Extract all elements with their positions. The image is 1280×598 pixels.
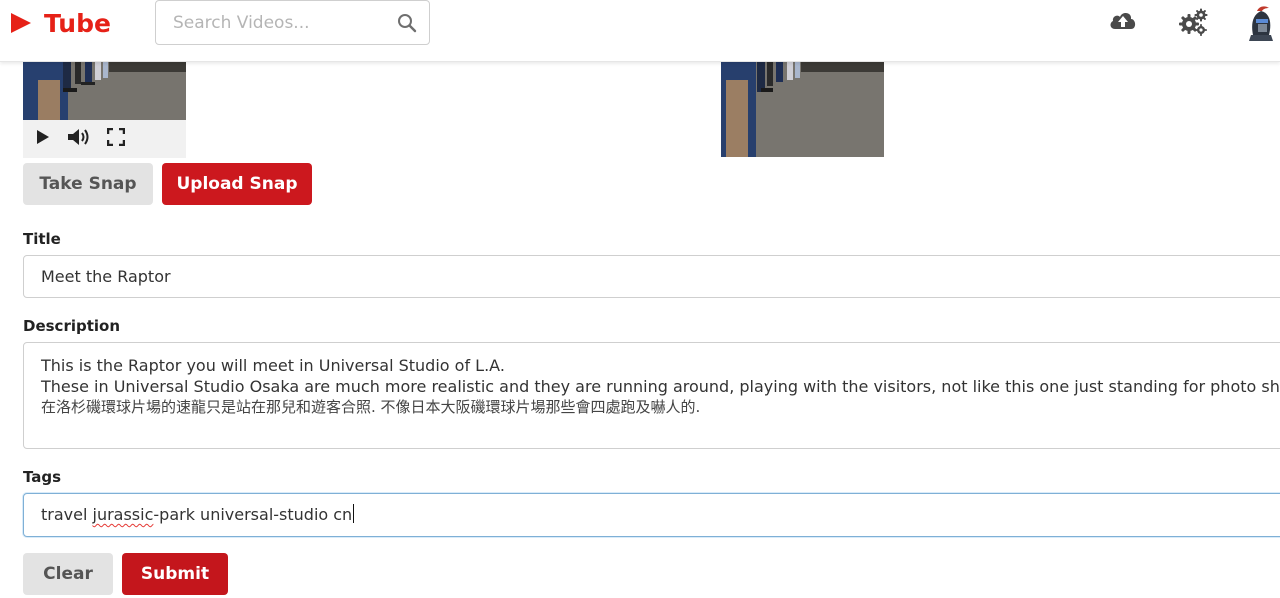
tags-text-before: travel	[41, 505, 93, 524]
tags-text-after: -park universal-studio cn	[153, 505, 353, 524]
tags-input[interactable]: travel jurassic-park universal-studio cn	[23, 493, 1280, 537]
top-header: Tube	[0, 0, 1280, 62]
fullscreen-icon[interactable]	[106, 127, 126, 150]
snap-preview-image	[721, 62, 884, 157]
avatar[interactable]	[1245, 5, 1277, 41]
logo[interactable]: Tube	[10, 8, 111, 38]
search-box	[155, 0, 430, 45]
description-textarea[interactable]: This is the Raptor you will meet in Univ…	[23, 342, 1280, 449]
clear-button[interactable]: Clear	[23, 553, 113, 595]
title-label: Title	[23, 230, 61, 248]
take-snap-button[interactable]: Take Snap	[23, 163, 153, 205]
upload-snap-button[interactable]: Upload Snap	[162, 163, 312, 205]
video-player	[23, 62, 186, 158]
title-input[interactable]: Meet the Raptor	[23, 255, 1280, 298]
play-logo-icon	[10, 11, 32, 35]
search-input[interactable]	[156, 1, 391, 44]
text-caret	[353, 504, 355, 523]
description-line: This is the Raptor you will meet in Univ…	[41, 356, 505, 375]
search-icon[interactable]	[397, 13, 417, 37]
volume-icon[interactable]	[67, 127, 91, 151]
play-icon[interactable]	[35, 129, 51, 149]
logo-text: Tube	[44, 8, 111, 38]
tags-label: Tags	[23, 468, 62, 486]
video-controls	[23, 120, 186, 158]
description-line: 在洛杉磯環球片場的速龍只是站在那兒和遊客合照. 不像日本大阪磯環球片場那些會四處…	[41, 398, 701, 416]
submit-button[interactable]: Submit	[122, 553, 228, 595]
cloud-upload-icon[interactable]	[1108, 6, 1138, 40]
description-label: Description	[23, 317, 121, 335]
gears-icon[interactable]	[1177, 6, 1209, 42]
tags-misspelled-word: jurassic	[92, 505, 154, 524]
description-line: These in Universal Studio Osaka are much…	[41, 377, 1280, 396]
video-frame[interactable]	[23, 62, 186, 120]
